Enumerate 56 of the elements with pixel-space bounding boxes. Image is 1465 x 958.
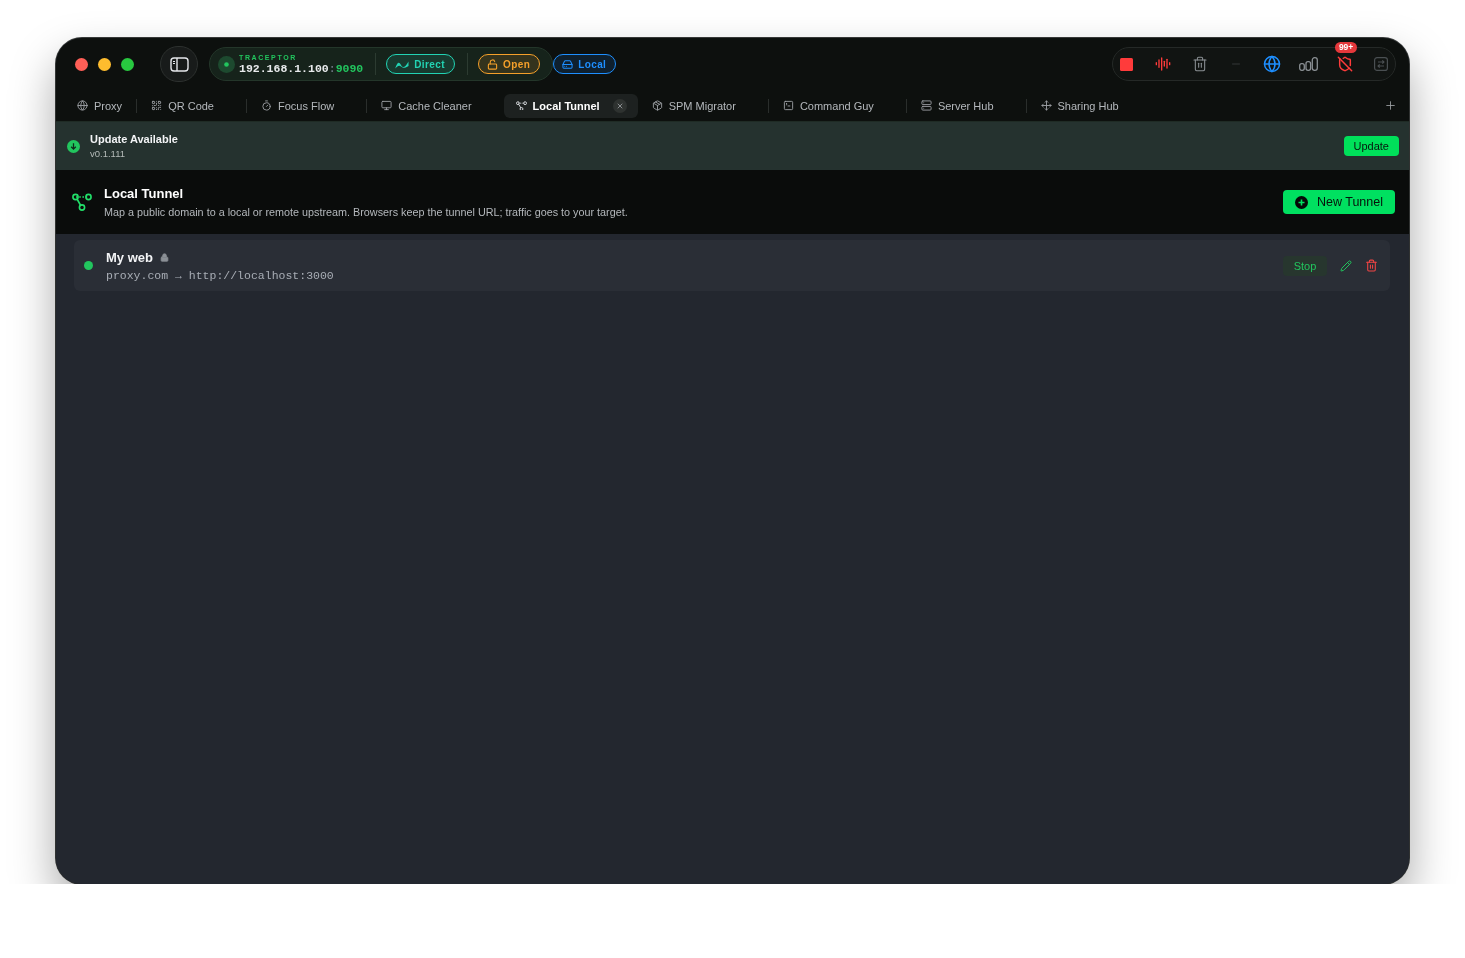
plus-icon xyxy=(1384,99,1397,112)
page-title: Local Tunnel xyxy=(104,186,185,201)
tab[interactable]: Server Hub xyxy=(906,93,1026,118)
update-version: v0.1.111 xyxy=(90,148,127,159)
terminal-icon xyxy=(782,100,794,111)
plus-circle-icon xyxy=(1295,195,1308,209)
qr-code-icon xyxy=(151,100,163,111)
tab-close-button[interactable] xyxy=(612,98,627,113)
tab[interactable]: Sharing Hub xyxy=(1026,93,1151,118)
wave-icon xyxy=(395,59,410,69)
timer-icon xyxy=(261,100,272,111)
mode-button[interactable]: Local xyxy=(553,54,617,74)
trash-icon[interactable] xyxy=(1365,259,1378,272)
package-icon xyxy=(651,100,663,111)
update-title: Update Available xyxy=(90,133,178,145)
monitor-icon xyxy=(381,100,393,111)
new-tunnel-button[interactable]: New Tunnel xyxy=(1283,190,1395,214)
waveform-icon[interactable] xyxy=(1155,56,1172,72)
download-icon xyxy=(67,139,80,153)
globe-icon[interactable] xyxy=(1263,55,1282,73)
close-icon xyxy=(615,101,624,110)
tab[interactable]: Command Guy xyxy=(768,93,906,118)
notification-badge: 99+ xyxy=(1334,42,1358,54)
trash-icon[interactable] xyxy=(1191,56,1208,72)
stop-icon[interactable] xyxy=(1120,57,1134,71)
tab[interactable]: Proxy xyxy=(63,93,137,118)
mode-button[interactable]: Open xyxy=(478,54,541,74)
page-description: Map a public domain to a local or remote upstream. Browsers keep the tunnel URL; traffic goes to your target. xyxy=(104,206,628,218)
minimize-window-button[interactable] xyxy=(98,57,111,71)
sidebar-icon xyxy=(169,56,189,72)
mode-button[interactable]: Direct xyxy=(386,54,455,74)
nodes-icon xyxy=(72,193,92,211)
tab[interactable]: Cache Cleaner xyxy=(367,93,504,118)
tunnel-route: proxy.com → http://localhost:3000 xyxy=(106,268,334,282)
proxy-address: 192.168.1.100:9090 xyxy=(239,62,364,75)
zoom-window-button[interactable] xyxy=(121,57,134,71)
drive-icon xyxy=(562,58,574,70)
tab[interactable]: QR Code xyxy=(137,93,246,118)
tunnel-name: My web xyxy=(106,249,153,265)
pencil-icon[interactable] xyxy=(1340,259,1352,272)
bars-icon[interactable] xyxy=(1298,57,1318,71)
close-window-button[interactable] xyxy=(75,57,88,71)
server-icon xyxy=(920,100,932,111)
tab[interactable]: SPM Migrator xyxy=(637,93,768,118)
sidebar-toggle-button[interactable] xyxy=(160,46,198,82)
open-lock-icon xyxy=(487,58,498,70)
move-icon xyxy=(1040,100,1052,111)
tab[interactable]: Local Tunnel xyxy=(503,93,638,118)
tab[interactable]: Focus Flow xyxy=(247,93,367,118)
stop-button[interactable]: Stop xyxy=(1283,255,1327,276)
update-button[interactable]: Update xyxy=(1343,136,1399,156)
status-dot-icon xyxy=(218,55,235,73)
nodes-icon xyxy=(515,100,527,111)
globe-icon xyxy=(77,100,88,111)
shield-off-icon[interactable] xyxy=(1336,56,1353,72)
add-tab-button[interactable] xyxy=(1384,99,1397,112)
